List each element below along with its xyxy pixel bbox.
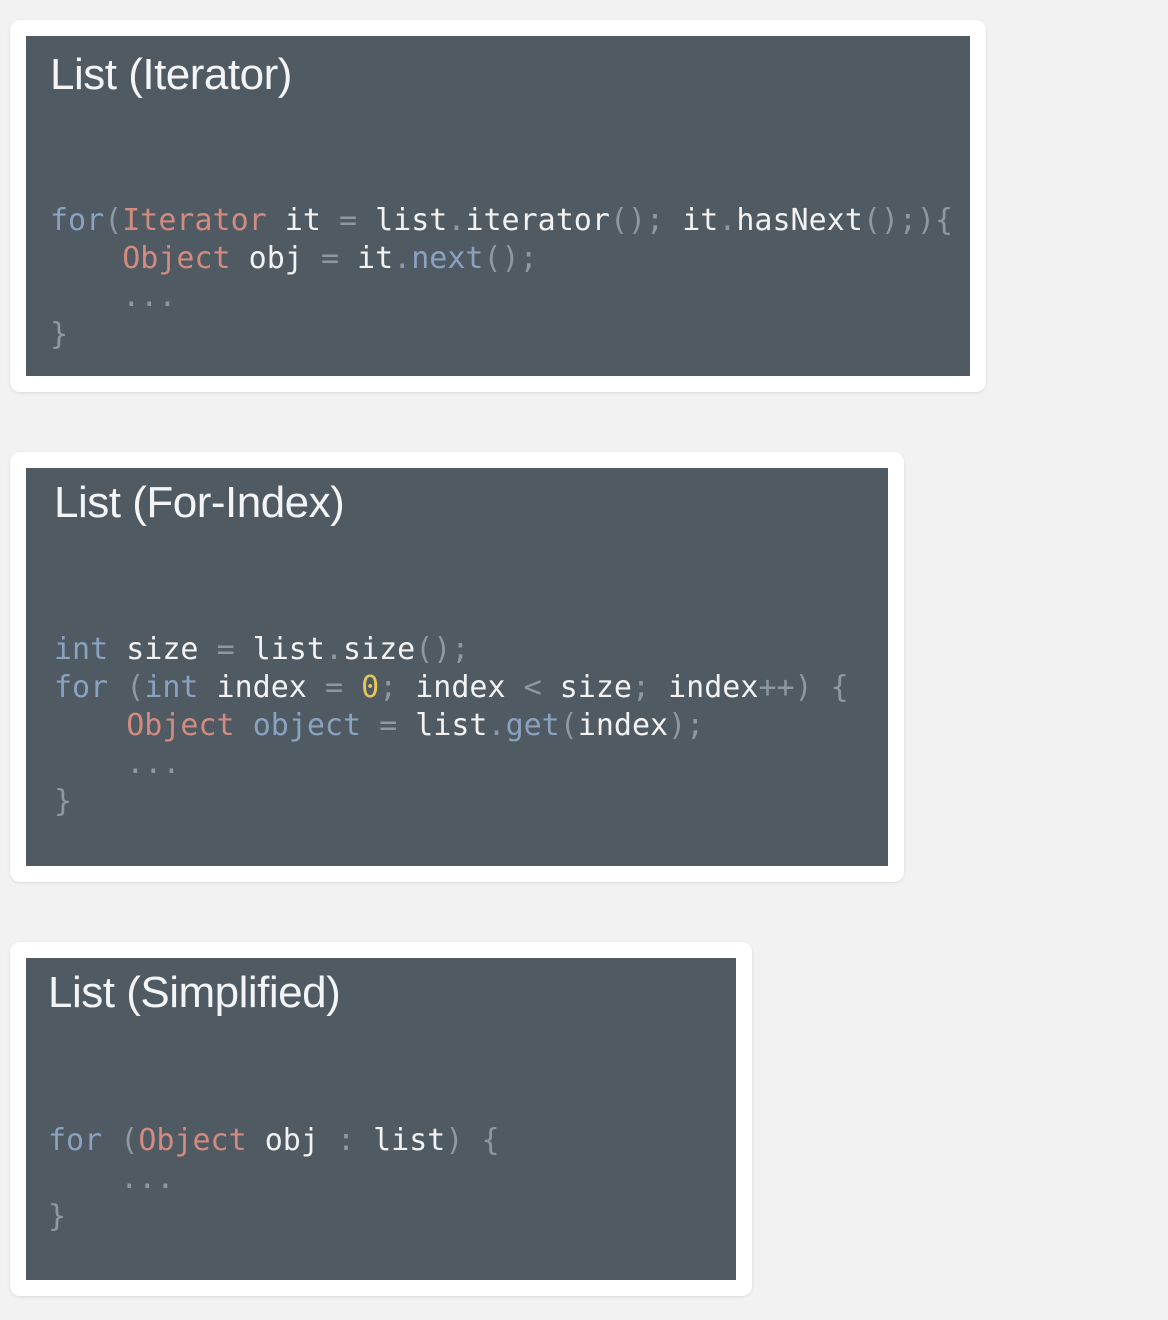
- code-token: list: [397, 708, 488, 743]
- slide-title: List (Iterator): [50, 50, 292, 99]
- code-token: list: [357, 203, 448, 238]
- code-line: Object object = list.get(index);: [54, 707, 849, 745]
- code-token: ...: [126, 746, 181, 781]
- code-token: for: [54, 670, 109, 705]
- code-token: Iterator: [122, 203, 267, 238]
- code-token: list: [355, 1123, 446, 1158]
- code-token: =: [339, 203, 358, 238]
- code-line: for (Object obj : list) {: [48, 1122, 500, 1160]
- code-token: }: [48, 1199, 67, 1234]
- code-token: .: [487, 708, 506, 743]
- code-token: Object: [126, 708, 235, 743]
- code-line: for(Iterator it = list.iterator(); it.ha…: [50, 202, 953, 240]
- slide-iterator: List (Iterator) for(Iterator it = list.i…: [26, 36, 970, 376]
- code-token: list: [234, 632, 325, 667]
- code-line: int size = list.size();: [54, 631, 849, 669]
- code-token: obj: [230, 241, 321, 276]
- code-line: for (int index = 0; index < size; index+…: [54, 669, 849, 707]
- code-token: size: [541, 670, 632, 705]
- code-token: ;: [379, 670, 398, 705]
- code-token: ();: [415, 632, 470, 667]
- code-token: it: [682, 203, 719, 238]
- slide-title: List (For-Index): [54, 478, 345, 527]
- code-token: size: [343, 632, 416, 667]
- code-token: hasNext: [736, 203, 863, 238]
- slide-for-index: List (For-Index) int size = list.size();…: [26, 468, 888, 866]
- code-token: (: [104, 203, 123, 238]
- code-token: ++) {: [758, 670, 849, 705]
- code-token: =: [379, 708, 398, 743]
- code-token: iterator: [465, 203, 610, 238]
- code-token: );: [668, 708, 705, 743]
- code-token: =: [320, 241, 339, 276]
- code-token: index: [198, 670, 325, 705]
- code-token: it: [266, 203, 339, 238]
- code-block-for-index: int size = list.size(); for (int index = …: [54, 631, 849, 821]
- code-token: index: [650, 670, 759, 705]
- slide-simplified: List (Simplified) for (Object obj : list…: [26, 958, 736, 1280]
- code-token: int: [144, 670, 199, 705]
- code-token: (: [102, 1123, 139, 1158]
- code-token: it: [339, 241, 394, 276]
- code-token: index: [397, 670, 524, 705]
- code-token: ();: [483, 241, 538, 276]
- code-token: }: [54, 784, 73, 819]
- code-token: ) {: [445, 1123, 500, 1158]
- code-token: int: [54, 632, 109, 667]
- code-token: index: [577, 708, 669, 743]
- code-token: ();: [609, 203, 683, 238]
- code-line: ...: [48, 1160, 500, 1198]
- code-token: ();){: [862, 203, 954, 238]
- code-line: }: [50, 316, 953, 354]
- code-token: <: [523, 670, 542, 705]
- code-token: obj: [246, 1123, 337, 1158]
- slide-card-iterator: List (Iterator) for(Iterator it = list.i…: [10, 20, 986, 392]
- code-token: Object: [122, 241, 231, 276]
- code-token: (: [559, 708, 578, 743]
- code-token: for: [50, 203, 105, 238]
- code-token: ;: [632, 670, 651, 705]
- code-token: size: [108, 632, 217, 667]
- code-token: =: [216, 632, 235, 667]
- code-token: 0: [361, 670, 380, 705]
- code-token: .: [393, 241, 412, 276]
- code-line: ...: [54, 745, 849, 783]
- slide-card-for-index: List (For-Index) int size = list.size();…: [10, 452, 904, 882]
- code-token: next: [411, 241, 484, 276]
- code-token: get: [505, 708, 560, 743]
- code-token: =: [324, 670, 343, 705]
- code-line: ...: [50, 278, 953, 316]
- code-block-iterator: for(Iterator it = list.iterator(); it.ha…: [50, 202, 953, 354]
- code-token: (: [108, 670, 145, 705]
- code-token: .: [447, 203, 466, 238]
- code-line: }: [54, 783, 849, 821]
- code-token: :: [337, 1123, 356, 1158]
- code-token: Object: [138, 1123, 247, 1158]
- slide-title: List (Simplified): [48, 968, 341, 1017]
- code-token: ...: [120, 1161, 175, 1196]
- code-token: .: [324, 632, 343, 667]
- code-token: .: [718, 203, 737, 238]
- code-line: }: [48, 1198, 500, 1236]
- code-token: object: [252, 708, 362, 743]
- code-token: }: [50, 317, 69, 352]
- code-block-simplified: for (Object obj : list) { ...}: [48, 1122, 500, 1236]
- slide-card-simplified: List (Simplified) for (Object obj : list…: [10, 942, 752, 1296]
- code-token: ...: [122, 279, 177, 314]
- code-token: for: [48, 1123, 103, 1158]
- code-line: Object obj = it.next();: [50, 240, 953, 278]
